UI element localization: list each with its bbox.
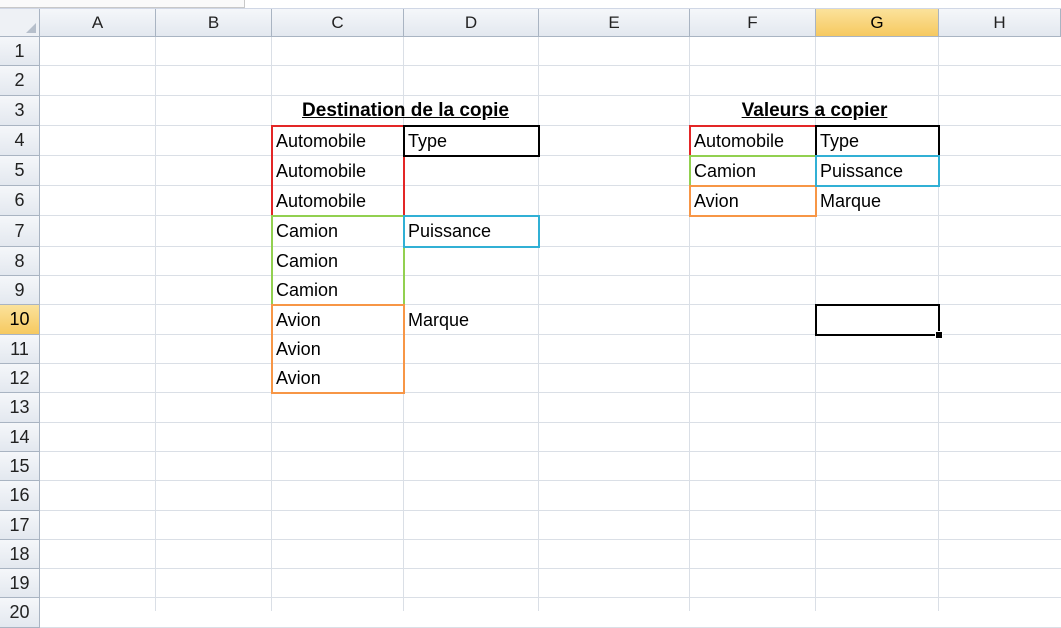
cell-d7[interactable]: Puissance xyxy=(404,216,539,247)
gridline-horizontal xyxy=(40,363,1061,364)
gridline-horizontal xyxy=(40,510,1061,511)
cell-f6[interactable]: Avion xyxy=(690,186,816,216)
cell-d10[interactable]: Marque xyxy=(404,305,539,335)
cell-c7[interactable]: Camion xyxy=(272,216,404,247)
row-header-12[interactable]: 12 xyxy=(0,364,40,393)
cell-g5[interactable]: Puissance xyxy=(816,156,939,186)
row-header-19[interactable]: 19 xyxy=(0,569,40,598)
gridline-horizontal xyxy=(40,480,1061,481)
cell-c5[interactable]: Automobile xyxy=(272,156,404,186)
gridline-horizontal xyxy=(40,451,1061,452)
cell-c9[interactable]: Camion xyxy=(272,276,404,305)
row-header-18[interactable]: 18 xyxy=(0,540,40,569)
gridline-horizontal xyxy=(40,275,1061,276)
gridline-horizontal xyxy=(40,392,1061,393)
row-header-10[interactable]: 10 xyxy=(0,305,40,335)
gridline-horizontal xyxy=(40,246,1061,247)
fill-handle[interactable] xyxy=(935,331,943,339)
cell-f4[interactable]: Automobile xyxy=(690,126,816,156)
row-header-6[interactable]: 6 xyxy=(0,186,40,216)
select-all-corner[interactable] xyxy=(0,9,40,37)
row-header-5[interactable]: 5 xyxy=(0,156,40,186)
column-header-d[interactable]: D xyxy=(404,9,539,37)
cell-g4[interactable]: Type xyxy=(816,126,939,156)
gridline-horizontal xyxy=(40,597,1061,598)
column-header-f[interactable]: F xyxy=(690,9,816,37)
gridline-horizontal xyxy=(40,422,1061,423)
column-header-b[interactable]: B xyxy=(156,9,272,37)
row-header-14[interactable]: 14 xyxy=(0,423,40,452)
active-cell-cursor[interactable] xyxy=(815,304,940,336)
cell-c10[interactable]: Avion xyxy=(272,305,404,335)
gridline-vertical xyxy=(155,37,156,611)
gridline-horizontal xyxy=(40,568,1061,569)
cell-c11[interactable]: Avion xyxy=(272,335,404,364)
cell-d4[interactable]: Type xyxy=(404,126,539,156)
row-header-9[interactable]: 9 xyxy=(0,276,40,305)
column-header-g[interactable]: G xyxy=(816,9,939,37)
row-header-17[interactable]: 17 xyxy=(0,511,40,540)
row-header-7[interactable]: 7 xyxy=(0,216,40,247)
gridline-horizontal xyxy=(40,65,1061,66)
section-title[interactable]: Valeurs a copier xyxy=(690,96,939,126)
row-header-16[interactable]: 16 xyxy=(0,481,40,511)
row-header-11[interactable]: 11 xyxy=(0,335,40,364)
cell-c4[interactable]: Automobile xyxy=(272,126,404,156)
row-header-1[interactable]: 1 xyxy=(0,37,40,66)
column-header-c[interactable]: C xyxy=(272,9,404,37)
column-header-e[interactable]: E xyxy=(539,9,690,37)
row-header-13[interactable]: 13 xyxy=(0,393,40,423)
row-header-20[interactable]: 20 xyxy=(0,598,40,628)
cell-c8[interactable]: Camion xyxy=(272,247,404,276)
cell-f5[interactable]: Camion xyxy=(690,156,816,186)
row-header-4[interactable]: 4 xyxy=(0,126,40,156)
column-header-h[interactable]: H xyxy=(939,9,1061,37)
row-header-8[interactable]: 8 xyxy=(0,247,40,276)
gridline-horizontal xyxy=(40,539,1061,540)
spreadsheet-grid[interactable]: A B C D E F G H 1 2 3 4 5 6 7 8 9 10 11 12 13 14 15 16 17 18 19 20 D… xyxy=(0,0,1061,628)
cell-g6[interactable]: Marque xyxy=(816,186,939,216)
section-title[interactable]: Destination de la copie xyxy=(272,96,539,126)
row-header-15[interactable]: 15 xyxy=(0,452,40,481)
cell-c12[interactable]: Avion xyxy=(272,364,404,393)
cell-c6[interactable]: Automobile xyxy=(272,186,404,216)
column-header-a[interactable]: A xyxy=(40,9,156,37)
row-header-3[interactable]: 3 xyxy=(0,96,40,126)
row-header-2[interactable]: 2 xyxy=(0,66,40,96)
select-all-triangle-icon xyxy=(26,23,36,33)
